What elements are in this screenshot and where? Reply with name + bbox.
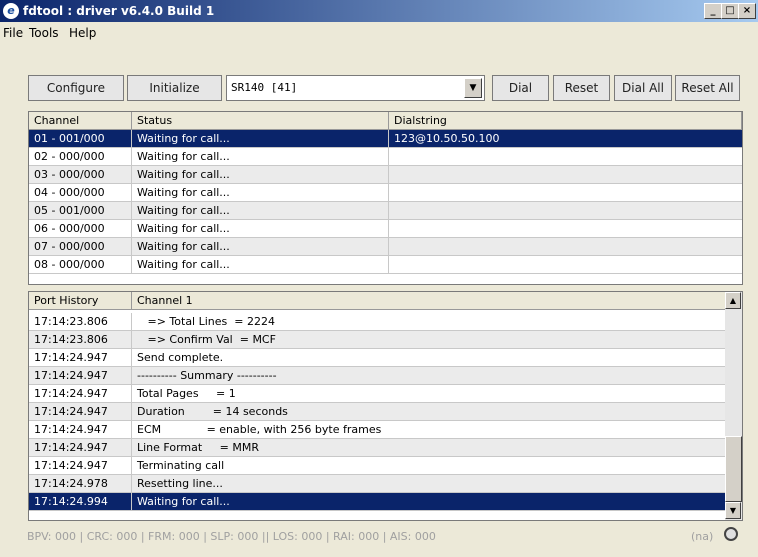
time-cell: 17:14:24.947 — [29, 367, 132, 384]
table-row[interactable]: 17:14:24.947 Send complete. — [29, 349, 725, 367]
dialstring-cell — [389, 238, 742, 255]
maximize-button[interactable]: □ — [721, 3, 739, 19]
table-row[interactable]: 17:14:24.947 Terminating call — [29, 457, 725, 475]
table-row[interactable]: 08 - 000/000 Waiting for call... — [29, 256, 742, 274]
message-cell: => Confirm Val = MCF — [137, 333, 276, 346]
status-cell: Waiting for call... — [132, 184, 389, 201]
message-cell: ---------- Summary ---------- — [137, 369, 277, 382]
dial-button[interactable]: Dial — [492, 75, 549, 101]
time-cell: 17:14:24.947 — [29, 385, 132, 402]
table-row[interactable]: 17:14:24.947 Line Format = MMR — [29, 439, 725, 457]
scroll-up-icon[interactable]: ▲ — [725, 292, 741, 309]
reset-all-button[interactable]: Reset All — [675, 75, 740, 101]
status-lamp-icon — [724, 527, 738, 541]
message-cell: Waiting for call... — [137, 495, 230, 508]
status-cell: Waiting for call... — [132, 238, 389, 255]
time-cell: 17:14:24.994 — [29, 493, 132, 510]
table-row[interactable]: 17:14:24.978 Resetting line... — [29, 475, 725, 493]
title-bar[interactable]: e fdtool : driver v6.4.0 Build 1 _ □ × — [0, 0, 758, 22]
app-window: e fdtool : driver v6.4.0 Build 1 _ □ × F… — [0, 0, 758, 557]
time-cell: 17:14:24.947 — [29, 457, 132, 474]
column-header-dialstring[interactable]: Dialstring — [389, 112, 742, 130]
dial-all-button[interactable]: Dial All — [614, 75, 672, 101]
table-row[interactable]: 07 - 000/000 Waiting for call... — [29, 238, 742, 256]
time-cell: 17:14:24.947 — [29, 421, 132, 438]
target-select[interactable]: SR140 [41] ▼ — [226, 75, 485, 101]
dialstring-cell — [389, 148, 742, 165]
status-cell: Waiting for call... — [132, 148, 389, 165]
port-history-table: Port History Channel 1 17:14:23.806 => T… — [28, 291, 743, 521]
status-na-label: (na) — [691, 530, 714, 543]
channel-cell: 02 - 000/000 — [29, 148, 132, 165]
reset-button[interactable]: Reset — [553, 75, 610, 101]
channel-cell: 03 - 000/000 — [29, 166, 132, 183]
table-row[interactable]: 17:14:24.994 Waiting for call... — [29, 493, 725, 511]
dialstring-cell — [389, 166, 742, 183]
table-row[interactable]: 17:14:24.947 Duration = 14 seconds — [29, 403, 725, 421]
message-cell: Duration = 14 seconds — [137, 405, 288, 418]
time-cell: 17:14:24.947 — [29, 349, 132, 366]
dialstring-cell — [389, 202, 742, 219]
minimize-button[interactable]: _ — [704, 3, 722, 19]
message-cell: ECM = enable, with 256 byte frames — [137, 423, 382, 436]
table-row[interactable]: 05 - 001/000 Waiting for call... — [29, 202, 742, 220]
window-title: fdtool : driver v6.4.0 Build 1 — [23, 4, 215, 18]
time-cell: 17:14:24.947 — [29, 439, 132, 456]
status-cell: Waiting for call... — [132, 256, 389, 273]
table-row[interactable]: 17:14:24.947 Total Pages = 1 — [29, 385, 725, 403]
message-cell: Resetting line... — [137, 477, 223, 490]
channel-cell: 05 - 001/000 — [29, 202, 132, 219]
status-counters: BPV: 000 | CRC: 000 | FRM: 000 | SLP: 00… — [27, 530, 436, 543]
initialize-button[interactable]: Initialize — [127, 75, 222, 101]
dialstring-cell — [389, 220, 742, 237]
app-icon: e — [3, 3, 19, 19]
chevron-down-icon[interactable]: ▼ — [464, 78, 482, 98]
table-row[interactable]: 01 - 001/000 Waiting for call... 123@10.… — [29, 130, 742, 148]
menu-bar: File Tools Help — [0, 22, 758, 42]
table-row[interactable]: 17:14:23.806 => Total Lines = 2224 — [29, 313, 725, 331]
scrollbar-thumb[interactable] — [725, 436, 742, 502]
dialstring-cell: 123@10.50.50.100 — [394, 132, 500, 145]
time-cell: 17:14:23.806 — [29, 331, 132, 348]
table-row[interactable]: 03 - 000/000 Waiting for call... — [29, 166, 742, 184]
channel-cell: 01 - 001/000 — [29, 130, 132, 147]
message-cell: => Total Lines = 2224 — [137, 315, 275, 328]
message-cell: Terminating call — [137, 459, 225, 472]
table-row[interactable]: 02 - 000/000 Waiting for call... — [29, 148, 742, 166]
channel-cell: 07 - 000/000 — [29, 238, 132, 255]
table-row[interactable]: 17:14:24.947 ECM = enable, with 256 byte… — [29, 421, 725, 439]
dialstring-cell — [389, 184, 742, 201]
channel-cell: 06 - 000/000 — [29, 220, 132, 237]
column-header-status[interactable]: Status — [132, 112, 389, 130]
message-cell: Total Pages = 1 — [137, 387, 236, 400]
time-cell: 17:14:23.806 — [29, 313, 132, 330]
channel-cell: 04 - 000/000 — [29, 184, 132, 201]
target-select-value: SR140 [41] — [231, 81, 298, 94]
scroll-down-icon[interactable]: ▼ — [725, 502, 741, 519]
column-header-channel-1[interactable]: Channel 1 — [132, 292, 725, 310]
dialstring-cell — [389, 256, 742, 273]
status-cell: Waiting for call... — [132, 220, 389, 237]
close-button[interactable]: × — [738, 3, 756, 19]
column-header-port-history[interactable]: Port History — [29, 292, 132, 310]
configure-button[interactable]: Configure — [28, 75, 124, 101]
message-cell: Send complete. — [137, 351, 224, 364]
channel-cell: 08 - 000/000 — [29, 256, 132, 273]
menu-file[interactable]: File — [3, 26, 23, 40]
status-cell: Waiting for call... — [132, 166, 389, 183]
menu-tools[interactable]: Tools — [29, 26, 59, 40]
table-row[interactable]: 04 - 000/000 Waiting for call... — [29, 184, 742, 202]
status-cell: Waiting for call... — [132, 202, 389, 219]
time-cell: 17:14:24.947 — [29, 403, 132, 420]
time-cell: 17:14:24.978 — [29, 475, 132, 492]
channel-table: Channel Status Dialstring 01 - 001/000 W… — [28, 111, 743, 285]
table-row[interactable]: 17:14:23.806 => Confirm Val = MCF — [29, 331, 725, 349]
column-header-channel[interactable]: Channel — [29, 112, 132, 130]
menu-help[interactable]: Help — [69, 26, 96, 40]
status-cell: Waiting for call... — [132, 130, 389, 147]
table-row[interactable]: 06 - 000/000 Waiting for call... — [29, 220, 742, 238]
table-row[interactable]: 17:14:24.947 ---------- Summary --------… — [29, 367, 725, 385]
message-cell: Line Format = MMR — [137, 441, 260, 454]
